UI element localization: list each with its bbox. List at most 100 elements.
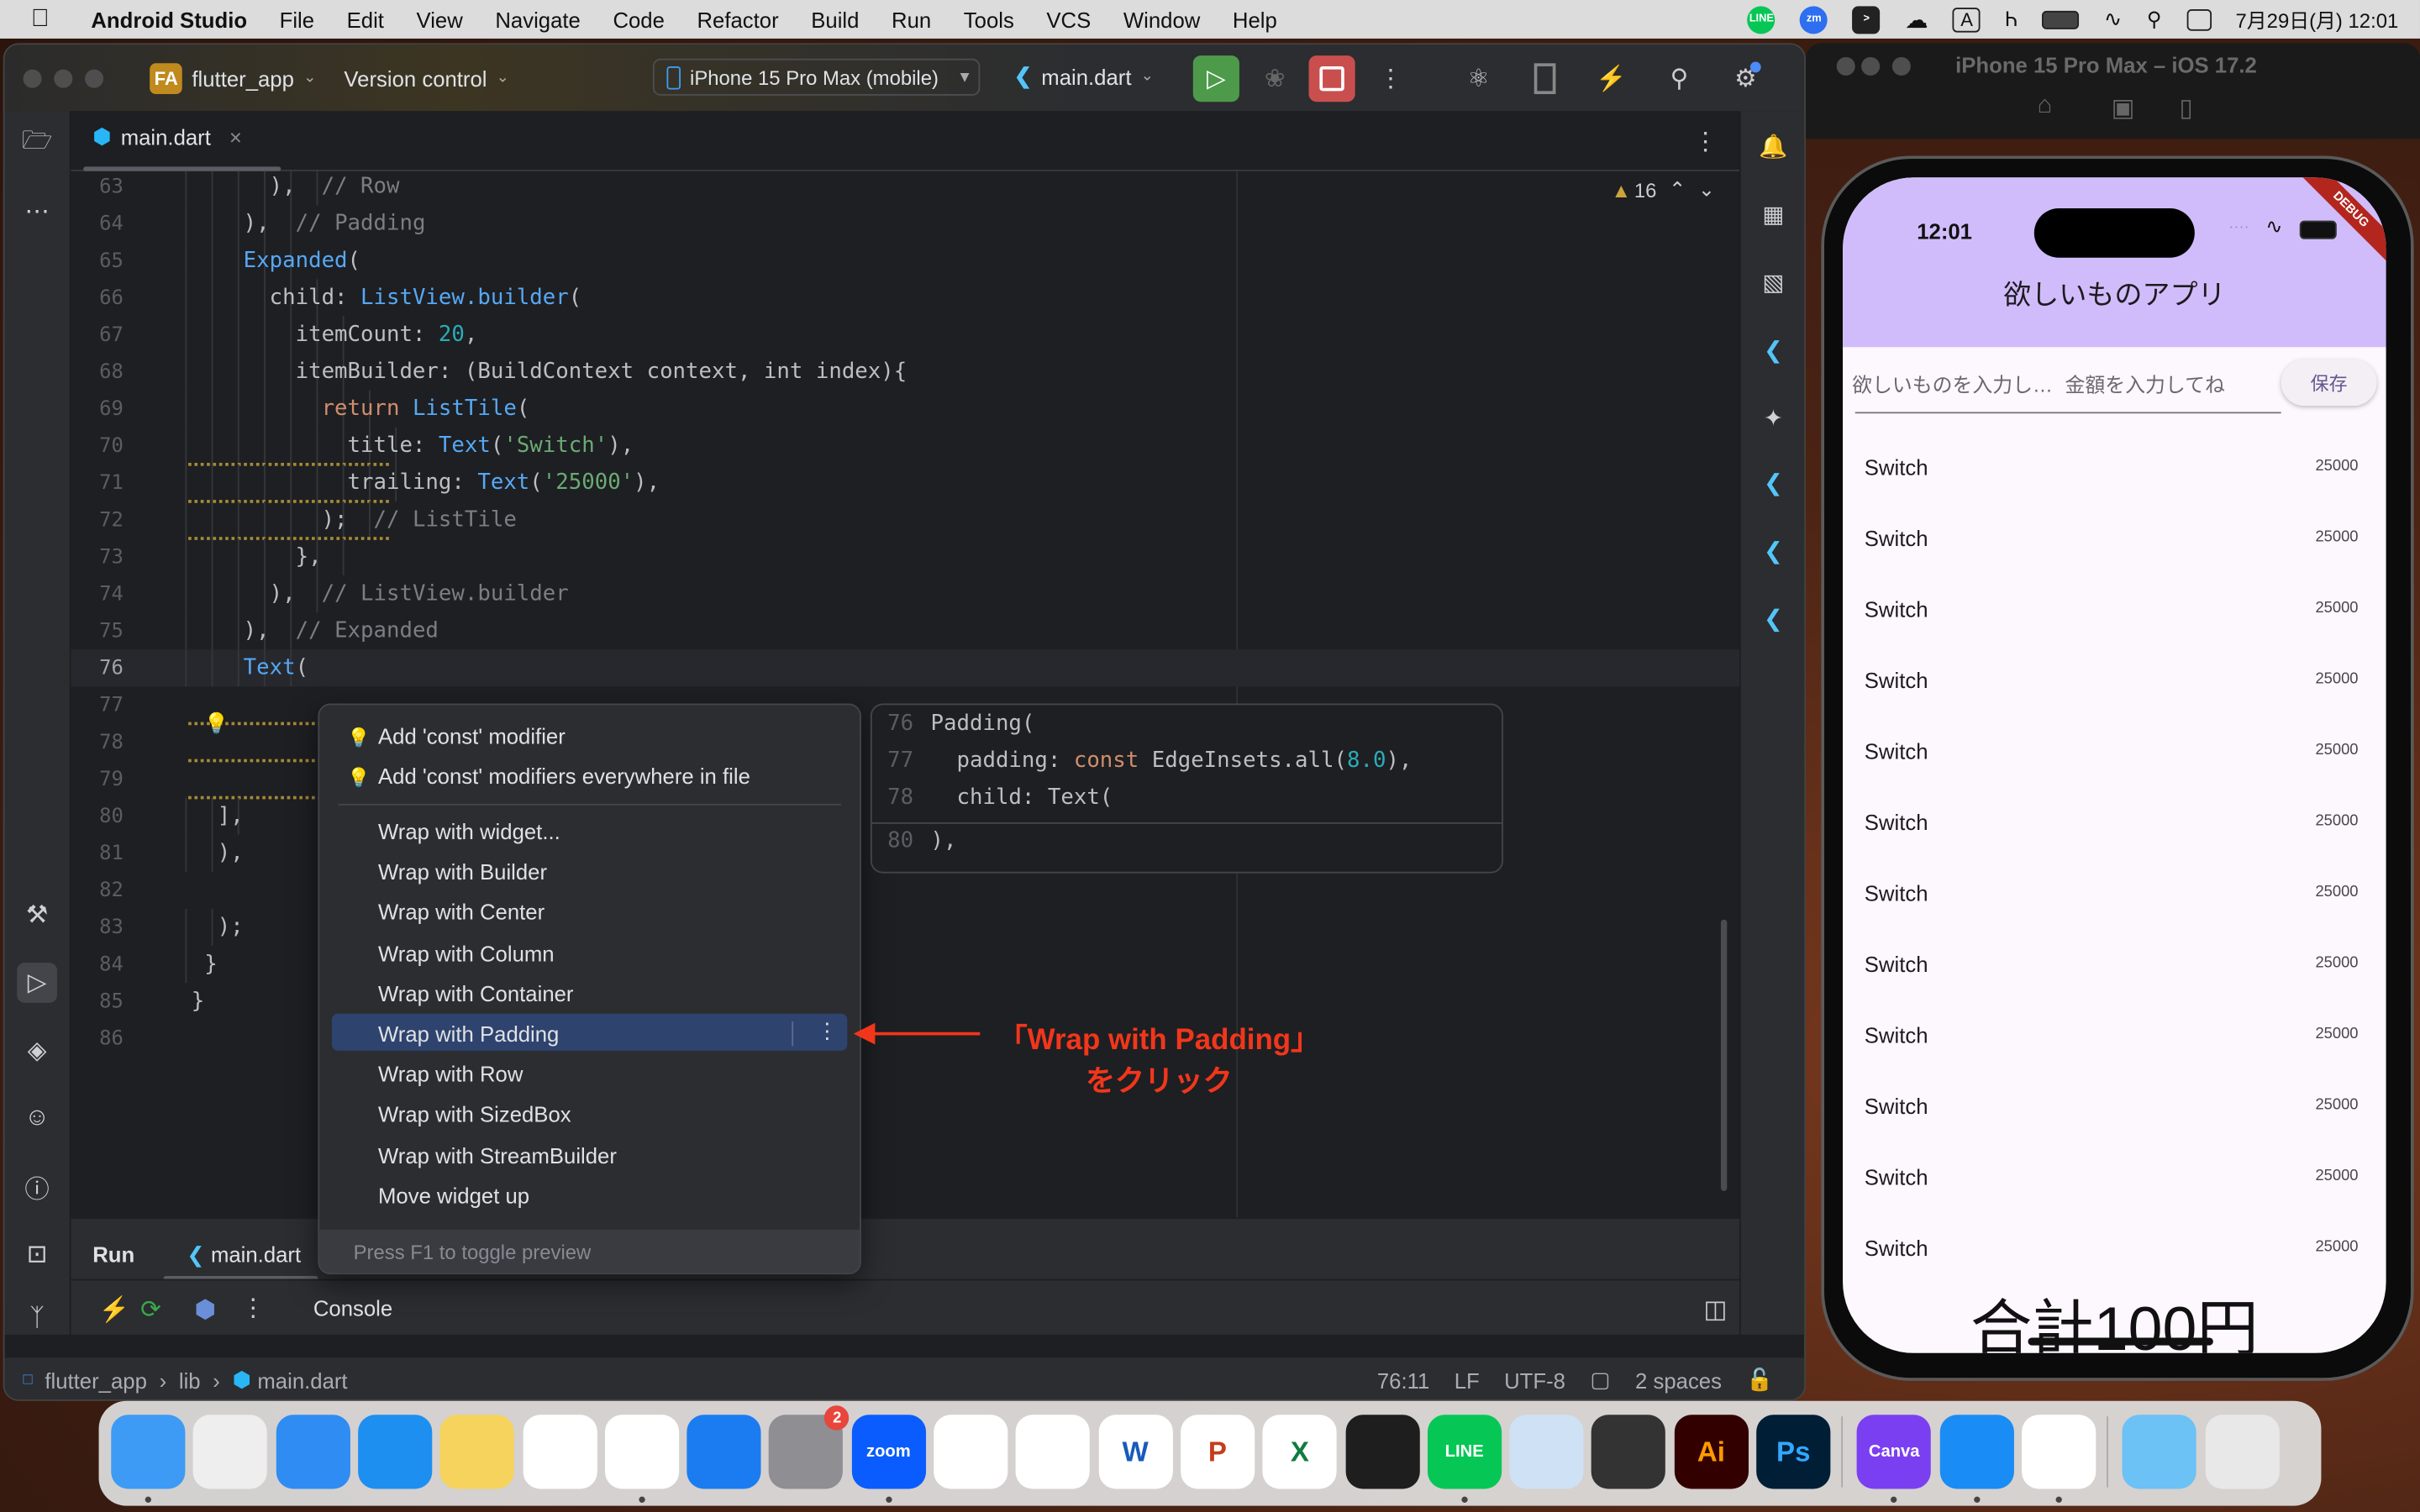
- dock-final-cut-pro[interactable]: [1591, 1415, 1666, 1489]
- menu-refactor[interactable]: Refactor: [697, 7, 778, 31]
- debug-button[interactable]: ❀: [1252, 55, 1298, 102]
- list-item[interactable]: Switch 25000: [1843, 717, 2386, 788]
- intention-action-item[interactable]: Wrap with widget...: [378, 819, 560, 843]
- dock-chrome[interactable]: [604, 1415, 679, 1489]
- search-button[interactable]: ⚲: [1656, 55, 1702, 102]
- screenshot-icon[interactable]: ▣: [2112, 92, 2135, 123]
- problems-tool-button[interactable]: ⓘ: [17, 1167, 57, 1207]
- list-item[interactable]: Switch 25000: [1843, 931, 2386, 1001]
- caret-position[interactable]: 76:11: [1377, 1368, 1429, 1392]
- hot-restart-icon[interactable]: ⟳: [140, 1294, 161, 1326]
- list-item[interactable]: Switch 25000: [1843, 1073, 2386, 1143]
- intention-bulb-icon[interactable]: 💡: [203, 711, 229, 736]
- breadcrumb-file[interactable]: main.dart: [257, 1368, 347, 1392]
- running-devices-tool[interactable]: ▧: [1754, 262, 1794, 302]
- zoom-icon[interactable]: zm: [1800, 5, 1828, 34]
- previous-highlight-icon[interactable]: ⌃: [1669, 177, 1686, 202]
- clock[interactable]: 7月29日(月) 12:01: [2236, 5, 2399, 34]
- layout-icon[interactable]: ◫: [1704, 1294, 1728, 1326]
- dock-figma[interactable]: [1344, 1415, 1419, 1489]
- dock-notes[interactable]: [439, 1415, 514, 1489]
- menu-window[interactable]: Window: [1123, 7, 1200, 31]
- dock-finder[interactable]: [111, 1415, 186, 1489]
- intention-action-item[interactable]: Wrap with StreamBuilder: [378, 1142, 617, 1167]
- dock-app-store[interactable]: [687, 1415, 761, 1489]
- file-encoding[interactable]: UTF-8: [1504, 1368, 1565, 1392]
- intention-action-item[interactable]: Wrap with Column: [378, 941, 555, 965]
- logcat-tool-button[interactable]: ☺: [17, 1099, 57, 1139]
- run-button[interactable]: ▷: [1192, 55, 1239, 102]
- dock-vscode[interactable]: [1016, 1415, 1091, 1489]
- price-input[interactable]: 金額を入力してね: [2065, 347, 2281, 408]
- build-tool-button[interactable]: ⚒: [17, 895, 57, 935]
- stop-button[interactable]: [1308, 55, 1355, 102]
- bluetooth-icon[interactable]: Ꮒ: [2006, 7, 2018, 31]
- menu-build[interactable]: Build: [811, 7, 859, 31]
- list-item[interactable]: Switch 25000: [1843, 505, 2386, 575]
- inspection-widget[interactable]: ▲ 16 ⌃ ⌄: [1612, 177, 1715, 202]
- flutter-outline-tool[interactable]: ❮: [1754, 463, 1794, 503]
- tab-main-dart[interactable]: ⬢ main.dart ×: [92, 123, 242, 150]
- quick-fix-item[interactable]: Add 'const' modifiers everywhere in file: [378, 764, 750, 788]
- gemini-tool[interactable]: ✦: [1754, 398, 1794, 438]
- device-manager-tool[interactable]: ▦: [1754, 194, 1794, 234]
- device-selector[interactable]: iPhone 15 Pro Max (mobile) ▼: [652, 58, 981, 96]
- device-manager-button[interactable]: [1522, 55, 1568, 102]
- zoom-window-button[interactable]: [85, 68, 104, 87]
- dashlane-icon[interactable]: >: [1852, 5, 1881, 34]
- close-tab-icon[interactable]: ×: [229, 124, 242, 149]
- dock-launchpad[interactable]: [193, 1415, 268, 1489]
- list-item[interactable]: Switch 25000: [1843, 1143, 2386, 1214]
- console-tab[interactable]: Console: [313, 1296, 392, 1320]
- battery-icon[interactable]: [2042, 9, 2080, 29]
- dock-android-studio[interactable]: [2021, 1415, 2096, 1489]
- app-menu[interactable]: Android Studio: [91, 7, 247, 31]
- menu-tools[interactable]: Tools: [964, 7, 1014, 31]
- flutter-inspector-tool[interactable]: ❮: [1754, 330, 1794, 370]
- tab-options-icon[interactable]: ⋮: [1693, 127, 1718, 158]
- project-tool-button[interactable]: 🗁: [17, 123, 57, 164]
- intention-action-item[interactable]: Wrap with Builder: [378, 859, 547, 884]
- console-more-icon[interactable]: ⋮: [241, 1293, 266, 1324]
- dock-preview[interactable]: [1509, 1415, 1584, 1489]
- dock-excel[interactable]: X: [1262, 1415, 1337, 1489]
- wrap-with-padding-item[interactable]: Wrap with Padding: [378, 1021, 559, 1046]
- menu-help[interactable]: Help: [1233, 7, 1277, 31]
- wifi-icon[interactable]: ∿: [2104, 6, 2123, 32]
- dock-photoshop[interactable]: Ps: [1756, 1415, 1831, 1489]
- menu-view[interactable]: View: [417, 7, 463, 31]
- run-config-selector[interactable]: ❮ main.dart ⌄: [1014, 63, 1154, 89]
- gemini-tool-button[interactable]: ◈: [17, 1031, 57, 1071]
- save-button[interactable]: 保存: [2281, 359, 2377, 407]
- line-separator[interactable]: LF: [1455, 1368, 1480, 1392]
- git-tool-button[interactable]: ᛉ: [17, 1299, 57, 1340]
- dock-mail[interactable]: [357, 1415, 433, 1489]
- hot-reload-icon[interactable]: ⚡: [99, 1294, 130, 1326]
- dock-safari[interactable]: [276, 1415, 350, 1489]
- intention-action-item[interactable]: Wrap with SizedBox: [378, 1102, 571, 1126]
- minimize-window-button[interactable]: [54, 68, 73, 87]
- dock-downloads[interactable]: [2122, 1415, 2197, 1489]
- dock-trash[interactable]: [2204, 1415, 2279, 1489]
- flutter-performance-tool[interactable]: ❮: [1754, 531, 1794, 571]
- list-item[interactable]: Switch 25000: [1843, 575, 2386, 646]
- menu-navigate[interactable]: Navigate: [495, 7, 581, 31]
- dock-word[interactable]: W: [1098, 1415, 1173, 1489]
- list-item[interactable]: Switch 25000: [1843, 1001, 2386, 1072]
- zoom-window-button[interactable]: [1891, 56, 1911, 76]
- comment-icon[interactable]: ▢: [1590, 1367, 1610, 1393]
- dock-xcode[interactable]: [1939, 1415, 2014, 1489]
- more-tools-button[interactable]: ⋯: [17, 192, 57, 232]
- dock-line[interactable]: LINE: [1427, 1415, 1502, 1489]
- intention-action-item[interactable]: Wrap with Center: [378, 900, 544, 925]
- dock-slack[interactable]: [934, 1415, 1008, 1489]
- control-center-icon[interactable]: [2186, 8, 2212, 30]
- input-source-icon[interactable]: A: [1953, 7, 1981, 32]
- dock-freeform[interactable]: [522, 1415, 597, 1489]
- list-item[interactable]: Switch 25000: [1843, 859, 2386, 930]
- project-selector[interactable]: flutter_app ⌄: [192, 66, 316, 90]
- list-item[interactable]: Switch 25000: [1843, 433, 2386, 504]
- menu-run[interactable]: Run: [892, 7, 931, 31]
- rotate-icon[interactable]: ▯: [2179, 92, 2192, 123]
- menu-vcs[interactable]: VCS: [1046, 7, 1091, 31]
